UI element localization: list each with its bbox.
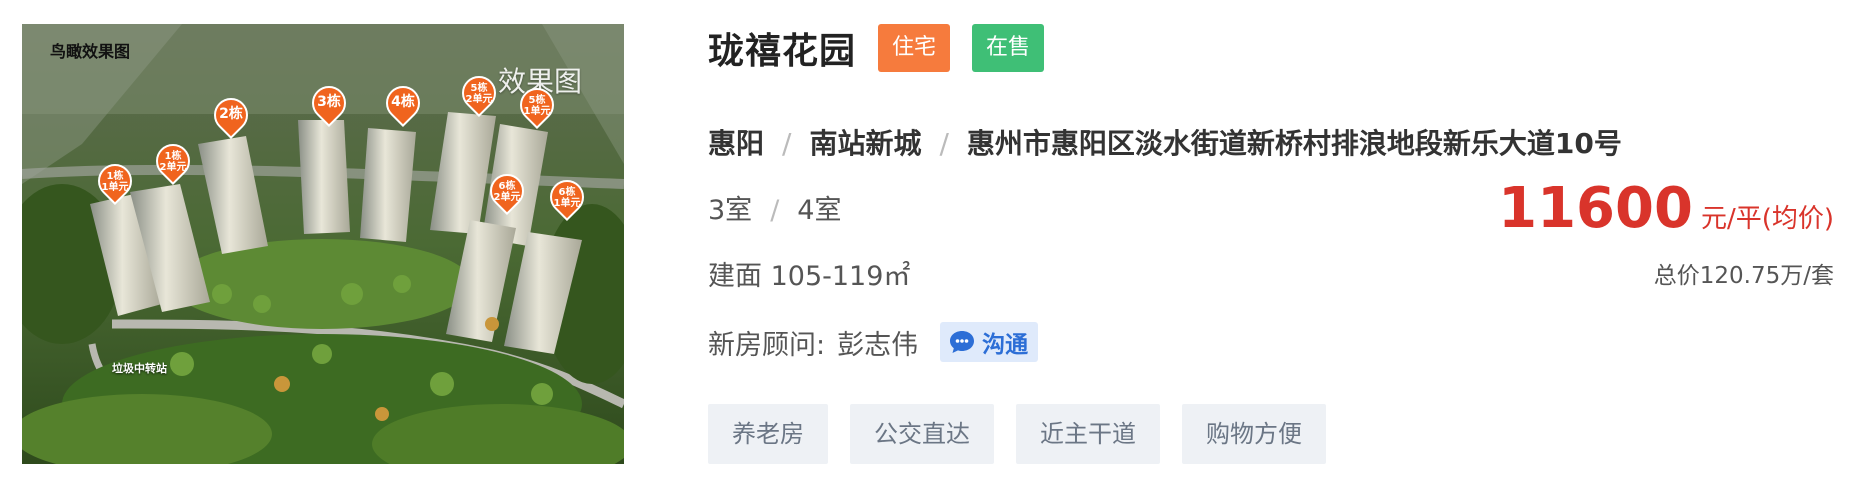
agent-row: 新房顾问: 彭志伟 沟通 bbox=[708, 322, 1039, 362]
separator: / bbox=[770, 195, 780, 226]
listing-title[interactable]: 珑禧花园 bbox=[708, 22, 856, 74]
chat-bubble-icon bbox=[950, 331, 975, 353]
sale-status-badge: 在售 bbox=[972, 24, 1045, 72]
separator: / bbox=[782, 127, 792, 160]
watermark-aerial: 鸟瞰效果图 bbox=[50, 42, 131, 61]
room-type-b: 4室 bbox=[797, 195, 842, 226]
floor-area: 建面 105-119㎡ bbox=[708, 261, 911, 292]
label-garbage-station: 垃圾中转站 bbox=[112, 362, 167, 375]
listing-photo[interactable]: 鸟瞰效果图 效果图 垃圾中转站 1栋 1单元 1栋 2单元 2栋 3栋 4栋 5… bbox=[22, 24, 624, 464]
district-label: 惠阳 bbox=[708, 127, 765, 160]
feature-tag: 近主干道 bbox=[1016, 404, 1160, 464]
agent-label: 新房顾问: bbox=[708, 329, 826, 361]
total-price: 总价120.75万/套 bbox=[1653, 263, 1834, 289]
agent-name: 彭志伟 bbox=[837, 329, 919, 361]
feature-tags: 养老房 公交直达 近主干道 购物方便 bbox=[708, 404, 1348, 464]
room-types: 3室 / 4室 bbox=[708, 188, 841, 227]
feature-tag: 购物方便 bbox=[1182, 404, 1326, 464]
feature-tag: 养老房 bbox=[708, 404, 828, 464]
separator: / bbox=[939, 127, 949, 160]
chat-button-label: 沟通 bbox=[982, 332, 1029, 358]
feature-tag: 公交直达 bbox=[850, 404, 994, 464]
listing-card: 鸟瞰效果图 效果图 垃圾中转站 1栋 1单元 1栋 2单元 2栋 3栋 4栋 5… bbox=[0, 0, 1852, 496]
property-type-badge: 住宅 bbox=[878, 24, 951, 72]
room-type-a: 3室 bbox=[708, 195, 753, 226]
location-breadcrumb: 惠阳 / 南站新城 / 惠州市惠阳区淡水街道新桥村排浪地段新乐大道10号 bbox=[708, 122, 1622, 162]
title-row: 珑禧花园 住宅 在售 bbox=[708, 22, 1045, 74]
price-unit: 元/平(均价) bbox=[1700, 204, 1834, 234]
area-label: 南站新城 bbox=[809, 127, 922, 160]
address-label: 惠州市惠阳区淡水街道新桥村排浪地段新乐大道10号 bbox=[966, 127, 1622, 160]
average-price: 11600 元/平(均价) bbox=[1498, 176, 1834, 241]
chat-button[interactable]: 沟通 bbox=[940, 322, 1039, 362]
price-value: 11600 bbox=[1498, 176, 1693, 241]
